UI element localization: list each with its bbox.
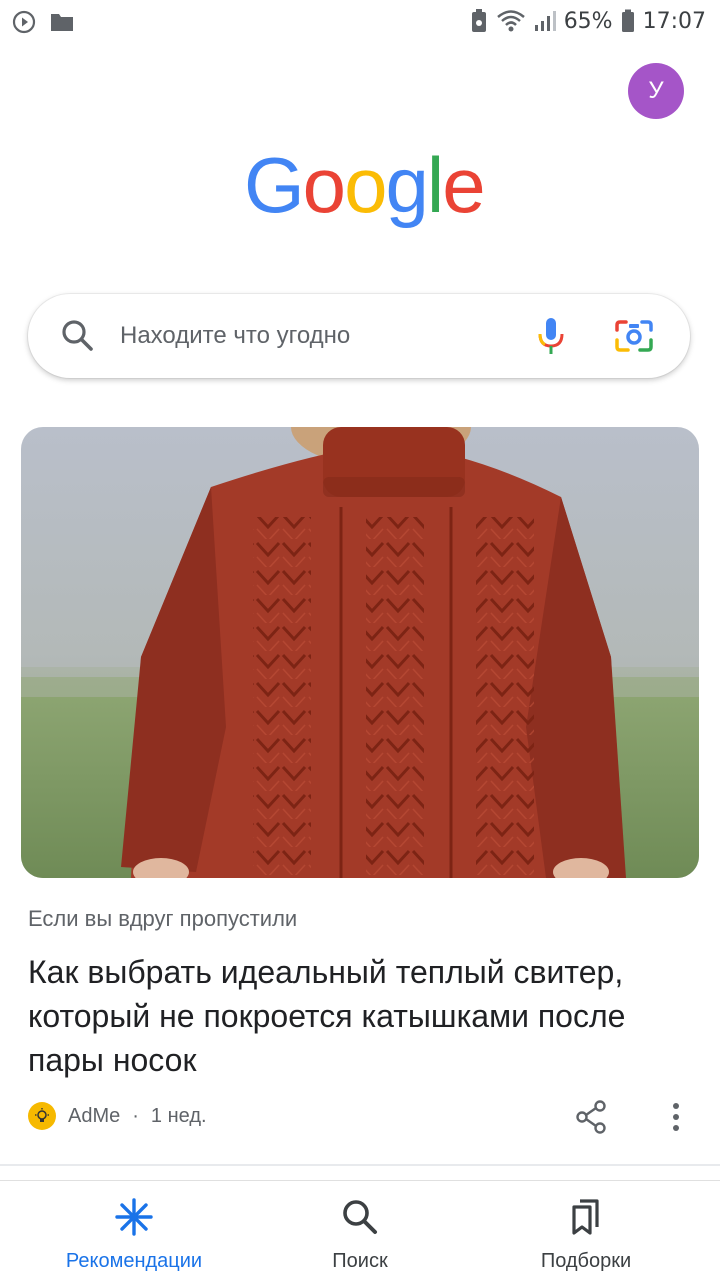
signal-icon — [534, 10, 556, 32]
search-placeholder: Находите что угодно — [120, 322, 351, 349]
play-notification-icon — [12, 10, 36, 34]
logo-letter: G — [244, 141, 305, 229]
battery-saver-icon — [470, 8, 488, 34]
battery-icon — [621, 9, 635, 33]
adme-logo-icon — [28, 1102, 56, 1130]
search-icon — [58, 316, 98, 361]
clock: 17:07 — [642, 8, 706, 34]
logo-letter: g — [385, 141, 428, 229]
logo-letter: o — [302, 141, 346, 229]
avatar-letter: У — [648, 77, 664, 104]
asterisk-icon — [114, 1197, 154, 1242]
dot-separator: · — [132, 1104, 139, 1127]
nav-item-collections[interactable]: Подборки — [500, 1181, 672, 1281]
wifi-icon — [496, 9, 526, 33]
more-options-icon[interactable] — [662, 1100, 690, 1139]
account-avatar[interactable]: У — [628, 63, 684, 119]
card-kicker: Если вы вдруг пропустили — [28, 906, 298, 931]
nav-label: Рекомендации — [65, 1250, 203, 1272]
nav-item-recommendations[interactable]: Рекомендации — [40, 1181, 228, 1281]
article-source[interactable]: AdMe · 1 нед. — [28, 1102, 207, 1130]
article-image[interactable] — [21, 427, 699, 878]
logo-letter: e — [442, 141, 485, 229]
google-lens-icon[interactable] — [614, 318, 654, 359]
logo-letter: l — [426, 141, 444, 229]
sweater-photo — [21, 427, 699, 878]
share-icon[interactable] — [574, 1100, 608, 1139]
search-icon — [340, 1197, 380, 1242]
article-title[interactable]: Как выбрать идеальный теплый свитер, кот… — [28, 950, 698, 1082]
battery-percent: 65% — [563, 8, 613, 34]
source-name: AdMe — [68, 1104, 121, 1127]
google-logo: Google — [244, 140, 486, 236]
bookmarks-icon — [566, 1197, 606, 1242]
folder-icon — [50, 11, 74, 33]
logo-letter: o — [344, 141, 387, 229]
status-bar: 65% 17:07 — [0, 0, 720, 44]
nav-label: Подборки — [540, 1250, 632, 1272]
article-age: 1 нед. — [150, 1104, 207, 1127]
search-bar[interactable]: Находите что угодно — [28, 294, 690, 378]
nav-item-search[interactable]: Поиск — [280, 1181, 440, 1281]
feed-divider — [0, 1164, 720, 1166]
voice-search-icon[interactable] — [536, 316, 566, 361]
bottom-navigation: Рекомендации Поиск Подборки — [0, 1180, 720, 1281]
nav-label: Поиск — [332, 1250, 388, 1272]
